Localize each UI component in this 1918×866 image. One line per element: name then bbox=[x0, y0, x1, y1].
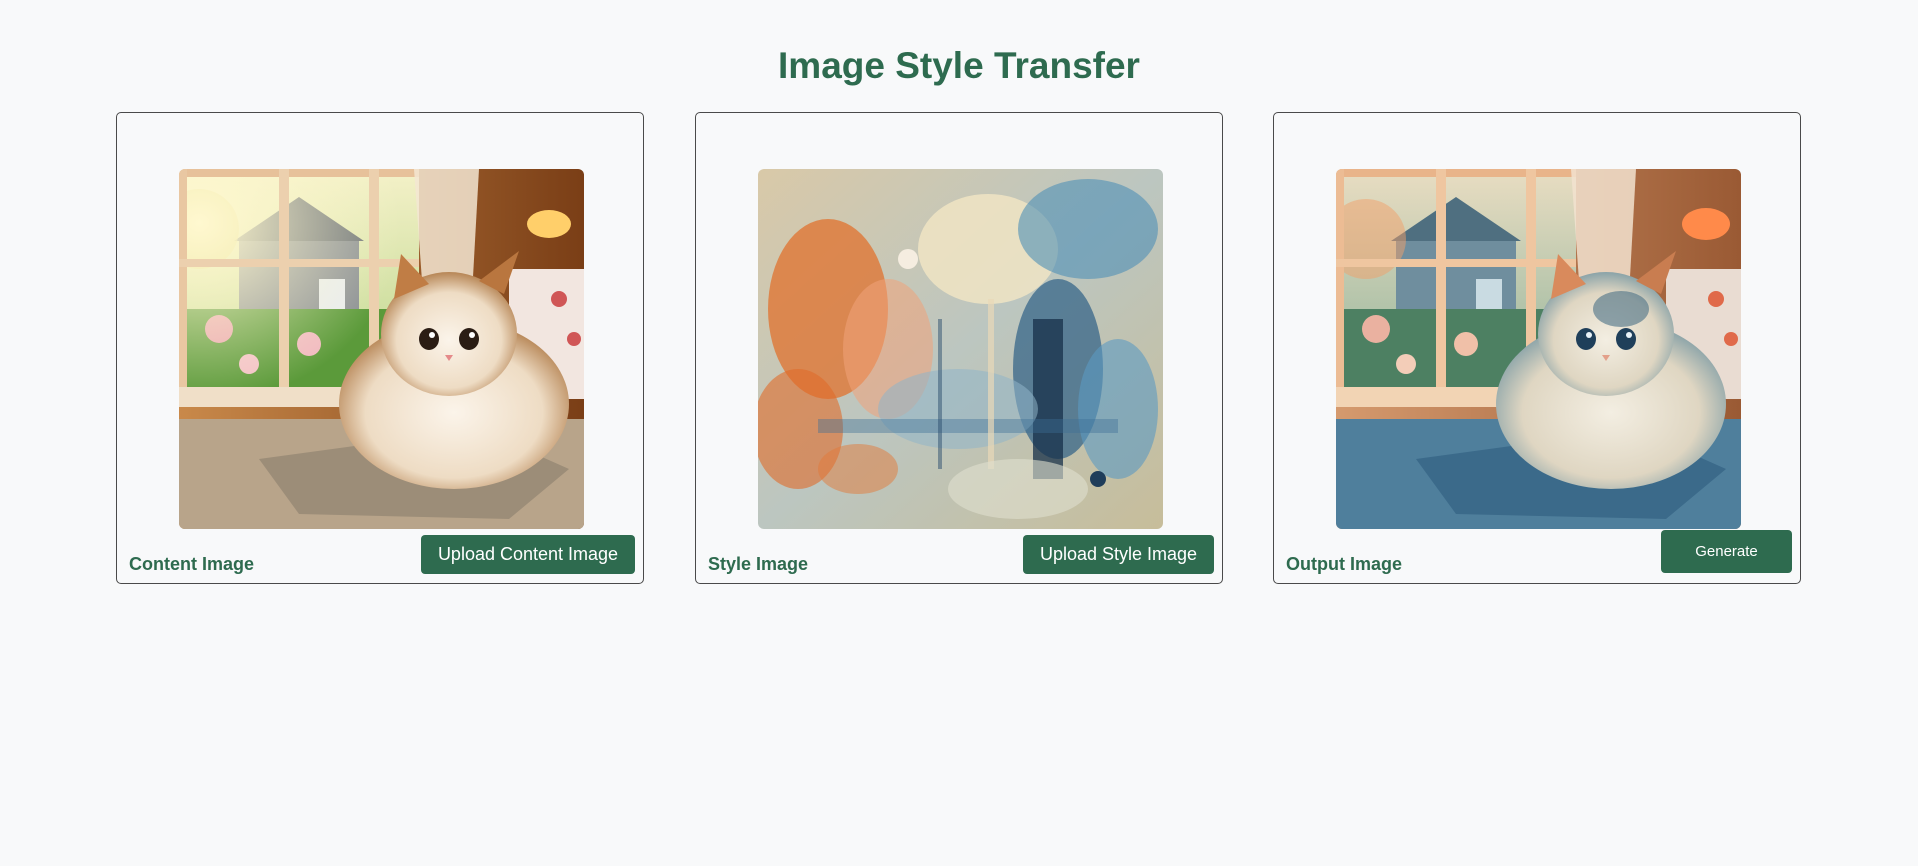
output-image-panel: Output Image Generate bbox=[1273, 112, 1801, 584]
content-image-picture bbox=[179, 169, 584, 529]
output-image-picture bbox=[1336, 169, 1741, 529]
style-image bbox=[758, 169, 1163, 529]
content-image bbox=[179, 169, 584, 529]
style-image-label: Style Image bbox=[708, 554, 809, 574]
content-image-panel: Content Image Upload Content Image bbox=[116, 112, 644, 584]
upload-style-image-button[interactable]: Upload Style Image bbox=[1023, 535, 1214, 574]
style-image-picture bbox=[758, 169, 1163, 529]
style-image-panel: Style Image Upload Style Image bbox=[695, 112, 1223, 584]
output-image-label: Output Image bbox=[1286, 554, 1402, 574]
output-image bbox=[1336, 169, 1741, 529]
page-title: Image Style Transfer bbox=[778, 45, 1140, 86]
content-image-label: Content Image bbox=[129, 554, 255, 574]
upload-content-image-button[interactable]: Upload Content Image bbox=[421, 535, 635, 574]
generate-button[interactable]: Generate bbox=[1661, 530, 1792, 573]
page: Image Style Transfer Content Image Uploa… bbox=[0, 0, 1918, 866]
